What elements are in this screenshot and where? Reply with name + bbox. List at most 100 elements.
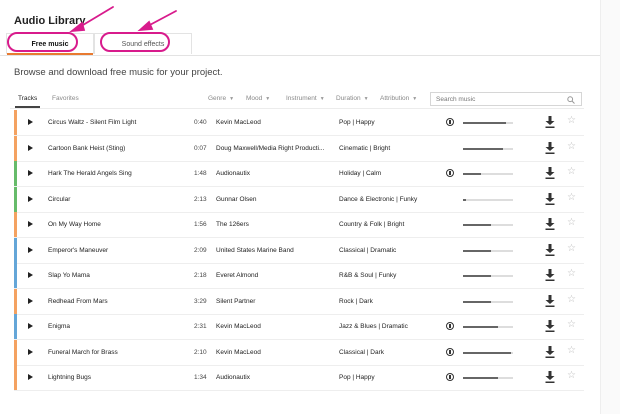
download-icon[interactable]: [545, 192, 555, 205]
tab-favorites[interactable]: Favorites: [52, 92, 79, 106]
track-title: Funeral March for Brass: [48, 348, 118, 356]
genre-color-stripe: [14, 263, 17, 288]
download-icon[interactable]: [545, 320, 555, 332]
star-icon[interactable]: ☆: [567, 242, 576, 256]
track-row[interactable]: Funeral March for Brass 2:10 Kevin MacLeod…: [14, 339, 584, 366]
play-icon[interactable]: [28, 246, 33, 253]
play-icon[interactable]: [28, 195, 33, 202]
track-artist: Audionautix: [216, 170, 250, 177]
track-title: Emperor's Maneuver: [48, 246, 109, 254]
track-row[interactable]: On My Way Home 1:56 The 126ers Country & Fo…: [14, 212, 584, 238]
star-icon[interactable]: ☆: [567, 369, 576, 383]
star-icon[interactable]: ☆: [567, 140, 576, 154]
popularity-bar-fill: [463, 198, 466, 201]
star-icon[interactable]: ☆: [567, 344, 576, 358]
genre-color-stripe: [14, 186, 17, 212]
attribution-icon[interactable]: [446, 373, 454, 381]
star-icon[interactable]: ☆: [567, 114, 576, 128]
genre-color-stripe: [14, 161, 17, 186]
mood-filter[interactable]: Mood ▼: [246, 92, 270, 106]
popularity-bar: [463, 173, 513, 175]
annotation-arrowhead-1: [69, 21, 86, 33]
attribution-icon[interactable]: [446, 347, 454, 356]
star-icon[interactable]: ☆: [567, 216, 576, 230]
track-row[interactable]: Circus Waltz - Silent Film Light 0:40 Kevi…: [14, 110, 584, 136]
track-category: Cinematic | Bright: [339, 144, 391, 152]
scrollbar-track[interactable]: [600, 0, 620, 414]
search-input[interactable]: Search music: [430, 92, 582, 106]
star-icon[interactable]: ☆: [567, 293, 576, 307]
track-row[interactable]: Hark The Herald Angels Sing 1:48 Audionaut…: [14, 161, 584, 187]
popularity-bar-fill: [463, 300, 491, 303]
download-icon[interactable]: [545, 167, 555, 179]
star-icon[interactable]: ☆: [567, 318, 576, 332]
download-icon[interactable]: [545, 243, 555, 256]
genre-color-stripe: [14, 314, 17, 339]
track-duration: 3:29: [194, 297, 207, 305]
play-icon[interactable]: [28, 119, 33, 125]
attribution-icon[interactable]: [446, 169, 454, 177]
play-icon[interactable]: [28, 272, 33, 278]
popularity-bar: [463, 275, 513, 277]
track-title: Circular: [48, 195, 71, 203]
download-icon[interactable]: [545, 269, 555, 281]
popularity-bar: [463, 249, 513, 252]
popularity-bar: [463, 198, 513, 201]
track-duration: 2:18: [194, 272, 207, 279]
track-duration: 2:09: [194, 246, 207, 254]
track-row[interactable]: Slap Yo Mama 2:18 Everet Almond R&B & Soul …: [14, 263, 584, 289]
star-icon[interactable]: ☆: [567, 165, 576, 179]
track-category: Holiday | Calm: [339, 170, 382, 177]
popularity-bar-fill: [463, 173, 481, 175]
track-row[interactable]: Emperor's Maneuver 2:09 United States Mari…: [14, 237, 584, 264]
track-row[interactable]: Circular 2:13 Gunnar Olsen Dance & Electron…: [14, 186, 584, 213]
duration-filter-label: Duration: [336, 95, 361, 102]
genre-color-stripe: [14, 212, 17, 237]
track-artist: Audionautix: [216, 374, 250, 381]
duration-filter[interactable]: Duration ▼: [336, 92, 369, 106]
play-icon[interactable]: [28, 374, 33, 380]
track-row[interactable]: Enigma 2:31 Kevin MacLeod Jazz & Blues | Dr…: [14, 314, 584, 340]
track-title: Redhead From Mars: [48, 297, 108, 305]
track-row[interactable]: Cartoon Bank Heist (Sting) 0:07 Doug Maxwe…: [14, 135, 584, 162]
chevron-down-icon: ▼: [319, 96, 325, 102]
attribution-icon[interactable]: [446, 322, 454, 330]
track-category: Pop | Happy: [339, 119, 375, 126]
play-icon[interactable]: [28, 144, 33, 151]
track-artist: Kevin MacLeod: [216, 348, 261, 356]
track-category: R&B & Soul | Funky: [339, 272, 397, 279]
popularity-bar: [463, 224, 513, 226]
download-icon[interactable]: [545, 116, 555, 128]
search-icon[interactable]: [567, 96, 575, 104]
attribution-filter[interactable]: Attribution ▼: [380, 92, 417, 106]
track-row[interactable]: Lightning Bugs 1:34 Audionautix Pop | Happy…: [14, 365, 584, 391]
track-category: Country & Folk | Bright: [339, 221, 405, 228]
play-icon[interactable]: [28, 297, 33, 304]
popularity-bar-fill: [463, 224, 491, 226]
star-icon[interactable]: ☆: [567, 191, 576, 205]
track-row[interactable]: Redhead From Mars 3:29 Silent Partner Rock …: [14, 288, 584, 315]
play-icon[interactable]: [28, 348, 33, 355]
track-duration: 2:10: [194, 348, 207, 356]
popularity-bar: [463, 377, 513, 379]
popularity-bar-fill: [463, 351, 511, 354]
popularity-bar-fill: [463, 275, 491, 277]
play-icon[interactable]: [28, 170, 33, 176]
play-icon[interactable]: [28, 221, 33, 227]
instrument-filter[interactable]: Instrument ▼: [286, 92, 325, 106]
download-icon[interactable]: [545, 218, 555, 230]
download-icon[interactable]: [545, 141, 555, 154]
genre-color-stripe: [14, 237, 17, 263]
chevron-down-icon: ▼: [229, 96, 235, 102]
chevron-down-icon: ▼: [363, 96, 369, 102]
play-icon[interactable]: [28, 323, 33, 329]
genre-filter[interactable]: Genre ▼: [208, 92, 234, 106]
star-icon[interactable]: ☆: [567, 267, 576, 281]
track-title: Cartoon Bank Heist (Sting): [48, 144, 126, 152]
tab-tracks[interactable]: Tracks: [14, 92, 41, 108]
download-icon[interactable]: [545, 371, 555, 383]
download-icon[interactable]: [545, 345, 555, 358]
download-icon[interactable]: [545, 294, 555, 307]
attribution-icon[interactable]: [446, 118, 454, 126]
popularity-bar-fill: [463, 122, 506, 124]
